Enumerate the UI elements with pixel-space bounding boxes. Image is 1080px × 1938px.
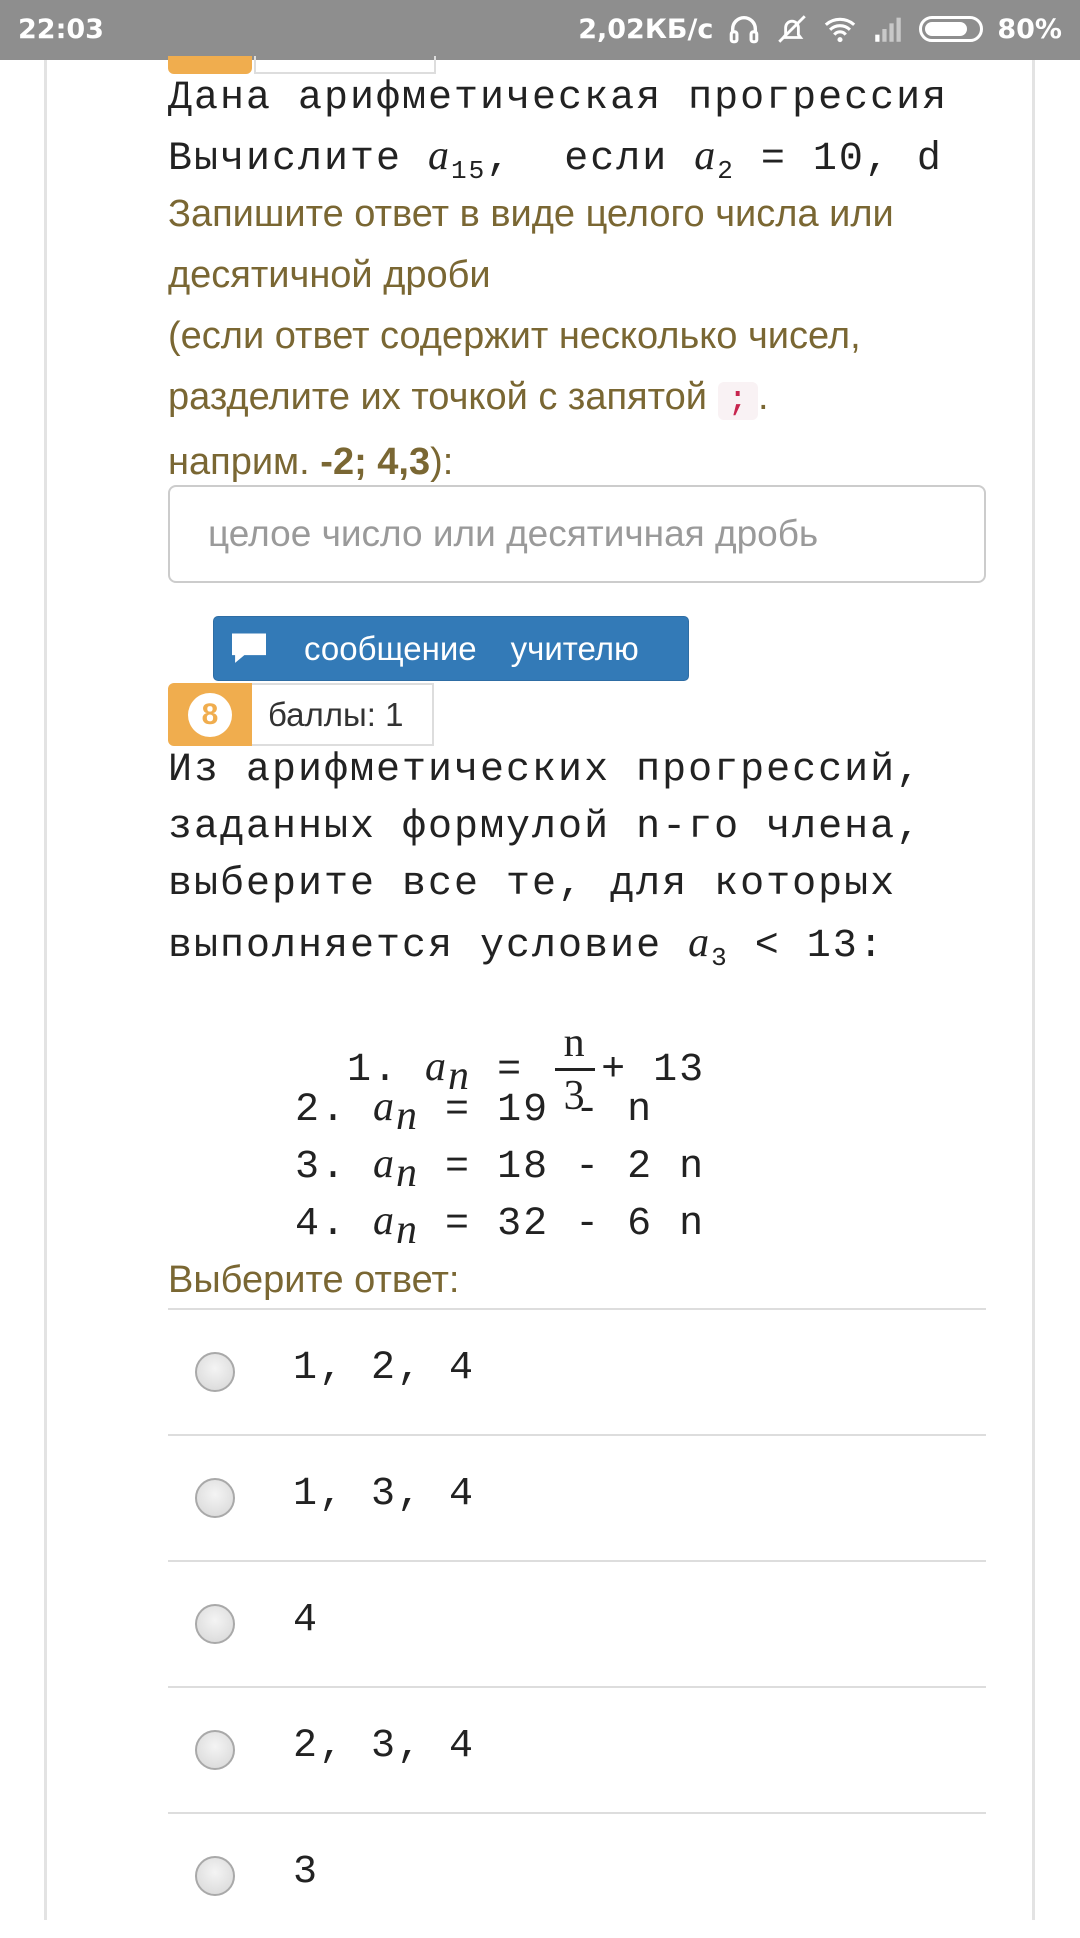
headphones-icon xyxy=(730,16,759,44)
radio-button[interactable] xyxy=(195,1856,235,1896)
instructions-line-5: наприм. -2; 4,3): xyxy=(168,441,454,483)
question-number-badge-partial xyxy=(168,56,252,74)
instructions-line-4: разделите их точкой с запятой ;. xyxy=(168,376,769,420)
formula-2: 2. an = 19 - n xyxy=(295,1084,654,1139)
content-left-border xyxy=(44,60,47,1920)
radio-button[interactable] xyxy=(195,1730,235,1770)
option-label: 3 xyxy=(293,1850,320,1895)
answer-option[interactable]: 3 xyxy=(168,1812,986,1938)
option-label: 1, 3, 4 xyxy=(293,1472,476,1517)
question-7-line-2: Вычислите a15, если a2 = 10, d xyxy=(168,133,943,186)
question-8-line-3: выберите все те, для которых xyxy=(168,862,897,907)
radio-button[interactable] xyxy=(195,1352,235,1392)
vibrate-off-icon xyxy=(778,15,807,43)
battery-percent: 80% xyxy=(997,13,1062,45)
answer-option[interactable]: 1, 3, 4 xyxy=(168,1434,986,1560)
message-teacher-button[interactable]: сообщение учителю xyxy=(213,616,689,681)
question-number: 8 xyxy=(188,692,232,737)
battery-icon xyxy=(919,16,984,42)
question-number-badge: 8 xyxy=(168,683,252,746)
instructions-line-3: (если ответ содержит несколько чисел, xyxy=(168,315,861,357)
option-label: 4 xyxy=(293,1598,320,1643)
option-label: 1, 2, 4 xyxy=(293,1346,476,1391)
message-button-label-1: сообщение xyxy=(304,629,477,667)
formula-4: 4. an = 32 - 6 n xyxy=(295,1198,706,1253)
radio-button[interactable] xyxy=(195,1604,235,1644)
instructions-line-2: десятичной дроби xyxy=(168,254,491,296)
instructions-line-1: Запишите ответ в виде целого числа или xyxy=(168,193,894,235)
content-right-border xyxy=(1032,60,1035,1920)
comment-icon xyxy=(232,633,266,663)
status-bar: 22:03 2,02КБ/с 80% xyxy=(0,0,1080,60)
message-button-label-2: учителю xyxy=(510,629,639,667)
answer-input[interactable]: целое число или десятичная дробь xyxy=(168,485,986,583)
question-7-line-1: Дана арифметическая прогрессия xyxy=(168,76,949,121)
answer-option[interactable]: 1, 2, 4 xyxy=(168,1308,986,1434)
answer-input-placeholder: целое число или десятичная дробь xyxy=(208,513,819,554)
answer-option[interactable]: 4 xyxy=(168,1560,986,1686)
question-8-line-1: Из арифметических прогрессий, xyxy=(168,748,923,793)
radio-button[interactable] xyxy=(195,1478,235,1518)
network-speed: 2,02КБ/с xyxy=(578,13,714,45)
question-score-box-partial xyxy=(254,56,436,74)
answer-option[interactable]: 2, 3, 4 xyxy=(168,1686,986,1812)
formula-3: 3. an = 18 - 2 n xyxy=(295,1141,706,1196)
signal-icon xyxy=(875,17,902,42)
question-score: баллы: 1 xyxy=(252,683,434,746)
semicolon-code: ; xyxy=(717,382,758,420)
answer-instructions: Запишите ответ в виде целого числа или д… xyxy=(168,184,1028,493)
answer-options: 1, 2, 4 1, 3, 4 4 2, 3, 4 3 xyxy=(168,1308,986,1938)
option-label: 2, 3, 4 xyxy=(293,1724,476,1769)
question-8-line-2: заданных формулой n-го члена, xyxy=(168,805,923,850)
status-time: 22:03 xyxy=(18,14,104,45)
choose-answer-label: Выберите ответ: xyxy=(168,1259,460,1301)
wifi-icon xyxy=(825,17,856,43)
question-8-line-4: выполняется условие a3 < 13: xyxy=(168,920,885,973)
